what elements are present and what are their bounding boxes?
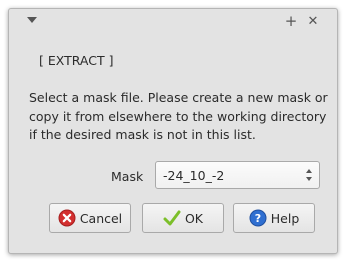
- svg-text:?: ?: [255, 212, 261, 225]
- plus-icon: +: [284, 11, 298, 30]
- ok-button[interactable]: OK: [142, 203, 224, 233]
- section-title: [ EXTRACT ]: [39, 53, 114, 68]
- close-button[interactable]: ✕: [303, 11, 323, 31]
- ok-label: OK: [184, 210, 204, 226]
- cancel-icon: [58, 209, 76, 227]
- maximize-button[interactable]: +: [281, 11, 301, 31]
- close-icon: ✕: [307, 13, 319, 29]
- window-menu-button[interactable]: [25, 13, 39, 27]
- cancel-button[interactable]: Cancel: [49, 203, 131, 233]
- chevron-down-icon: [27, 17, 37, 23]
- cancel-label: Cancel: [79, 210, 123, 226]
- titlebar: + ✕: [9, 9, 337, 33]
- mask-label: Mask: [111, 169, 144, 184]
- help-button[interactable]: ? Help: [233, 203, 315, 233]
- checkmark-icon: [163, 210, 181, 226]
- dialog-window: + ✕ [ EXTRACT ] Select a mask file. Plea…: [8, 8, 338, 254]
- help-label: Help: [270, 210, 300, 226]
- instruction-text: Select a mask file. Please create a new …: [29, 90, 328, 142]
- updown-arrows-icon: [306, 169, 312, 181]
- help-icon: ?: [249, 209, 267, 227]
- mask-select[interactable]: -24_10_-2: [155, 161, 320, 189]
- mask-select-value: -24_10_-2: [163, 168, 225, 183]
